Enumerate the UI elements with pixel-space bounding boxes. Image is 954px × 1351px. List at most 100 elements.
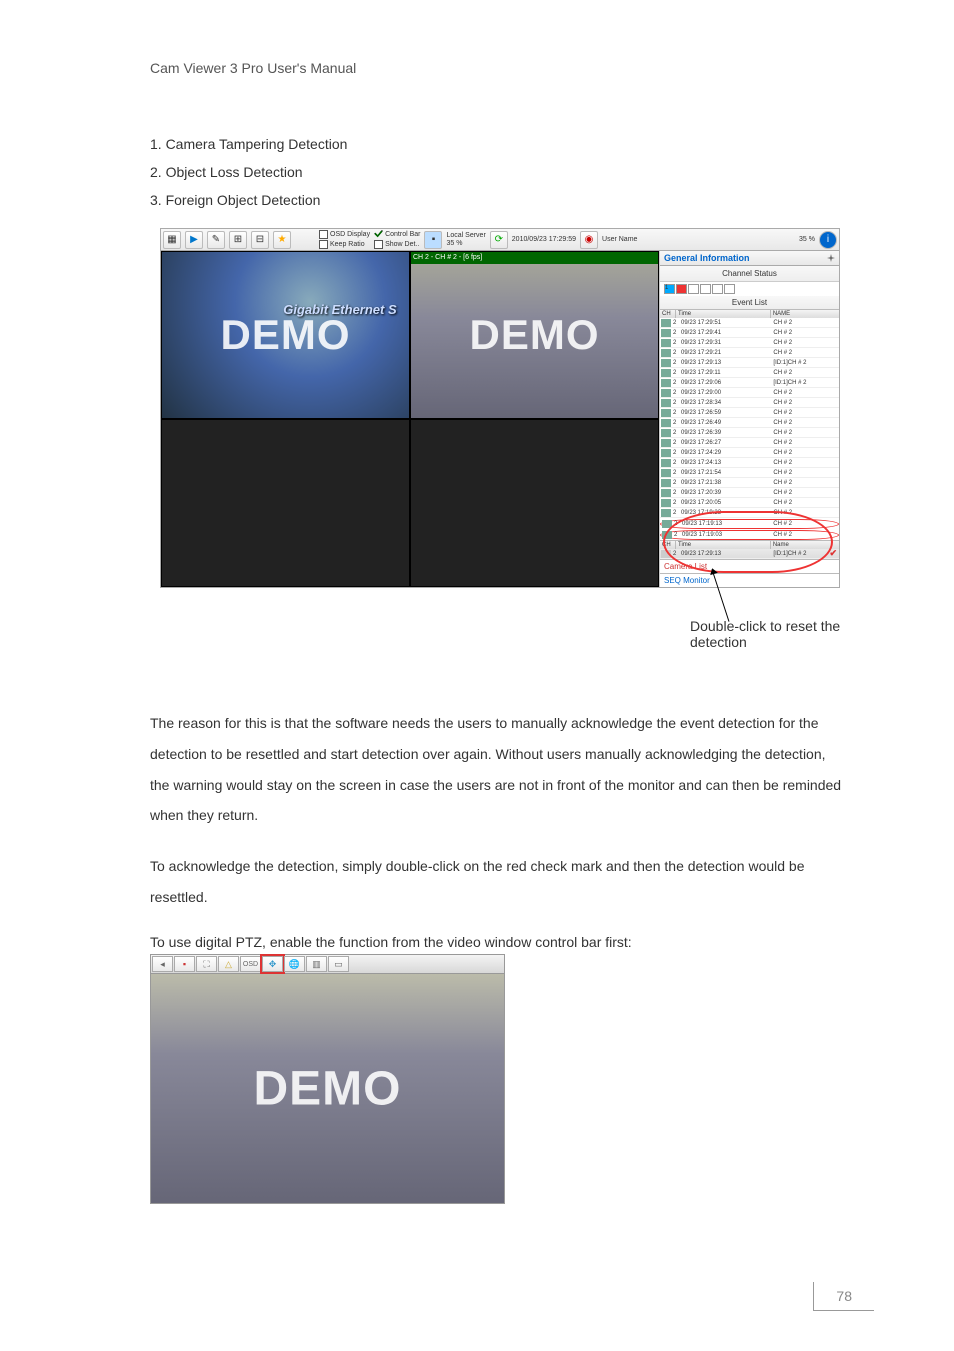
event-row[interactable]: 209/23 17:29:06[ID:1]CH # 2: [660, 378, 839, 388]
channel-box[interactable]: [676, 284, 687, 294]
event-row[interactable]: 209/23 17:29:11CH # 2: [660, 368, 839, 378]
camera-list-tab[interactable]: Camera List: [660, 559, 839, 573]
ptz-layout-button[interactable]: ▥: [306, 956, 327, 972]
ptz-digital-ptz-button[interactable]: ✥: [262, 956, 283, 972]
info-button[interactable]: i: [819, 231, 837, 249]
event-icon: [661, 409, 671, 417]
channel-box[interactable]: [700, 284, 711, 294]
event-icon: [661, 399, 671, 407]
video-tile-2[interactable]: CH 2 - CH # 2 - [6 fps] DEMO: [410, 251, 659, 419]
event-row[interactable]: 209/23 17:21:54CH # 2: [660, 468, 839, 478]
event-list-title: Event List: [660, 296, 839, 310]
demo-watermark: DEMO: [470, 311, 600, 359]
ptz-osd-button[interactable]: OSD: [240, 956, 261, 972]
event-icon: [661, 550, 671, 558]
user-icon[interactable]: ◉: [580, 231, 598, 249]
event-row[interactable]: 209/23 17:29:13[ID:1]CH # 2: [660, 358, 839, 368]
event-row[interactable]: 209/23 17:19:23CH # 2: [660, 508, 839, 518]
video-tile-4[interactable]: [410, 419, 659, 587]
layout-grid-button[interactable]: ⊟: [251, 231, 269, 249]
red-check-icon[interactable]: ✔: [829, 548, 837, 559]
ptz-snapshot-button[interactable]: ⛶: [196, 956, 217, 972]
event-row[interactable]: 209/23 17:20:05CH # 2: [660, 498, 839, 508]
event-row[interactable]: 209/23 17:29:00CH # 2: [660, 388, 839, 398]
server-icon[interactable]: ▪: [424, 231, 442, 249]
channel-box[interactable]: [688, 284, 699, 294]
event-row[interactable]: 209/23 17:24:29CH # 2: [660, 448, 839, 458]
event-row[interactable]: 209/23 17:26:59CH # 2: [660, 408, 839, 418]
video-grid: Gigabit Ethernet S DEMO CH 2 - CH # 2 - …: [161, 251, 659, 587]
ptz-monitor-button[interactable]: ▭: [328, 956, 349, 972]
event-icon: [662, 520, 672, 528]
event-row[interactable]: 209/23 17:20:39CH # 2: [660, 488, 839, 498]
pin-icon[interactable]: [827, 254, 835, 262]
active-event-row[interactable]: 2 09/23 17:29:13 [ID:1]CH # 2 ✔: [660, 549, 839, 559]
event-row[interactable]: 209/23 17:29:31CH # 2: [660, 338, 839, 348]
video-tile-3[interactable]: [161, 419, 410, 587]
event-row[interactable]: 209/23 17:19:03CH # 2: [660, 530, 839, 540]
active-event-header: CH Time Name 2 09/23 17:29:13 [ID:1]CH #…: [660, 540, 839, 559]
event-icon: [661, 439, 671, 447]
event-row[interactable]: 209/23 17:26:49CH # 2: [660, 418, 839, 428]
show-det-check[interactable]: Show Det..: [374, 240, 420, 249]
detection-list: 1. Camera Tampering Detection 2. Object …: [150, 136, 844, 208]
event-row[interactable]: 209/23 17:29:51CH # 2: [660, 318, 839, 328]
event-icon: [661, 429, 671, 437]
event-icon: [661, 389, 671, 397]
event-row[interactable]: 209/23 17:29:41CH # 2: [660, 328, 839, 338]
percent-a-label: 35 %: [446, 240, 485, 247]
list-item: 3. Foreign Object Detection: [150, 192, 844, 208]
event-icon: [661, 489, 671, 497]
event-row[interactable]: 209/23 17:21:38CH # 2: [660, 478, 839, 488]
video-tile-1[interactable]: Gigabit Ethernet S DEMO: [161, 251, 410, 419]
seq-monitor-tab[interactable]: SEQ Monitor: [660, 573, 839, 587]
event-icon: [661, 449, 671, 457]
event-icon: [662, 531, 672, 539]
event-icon: [661, 349, 671, 357]
event-icon: [661, 419, 671, 427]
channel-boxes: 1: [660, 282, 839, 296]
event-row[interactable]: 209/23 17:19:13CH # 2: [660, 519, 839, 529]
layout-1-button[interactable]: ▦: [163, 231, 181, 249]
event-icon: [661, 359, 671, 367]
paragraph-1: The reason for this is that the software…: [150, 708, 844, 831]
event-row[interactable]: 209/23 17:29:21CH # 2: [660, 348, 839, 358]
refresh-button[interactable]: ⟳: [490, 231, 508, 249]
channel-box[interactable]: [724, 284, 735, 294]
event-rows: 209/23 17:29:51CH # 2209/23 17:29:41CH #…: [660, 318, 839, 540]
ptz-video-view[interactable]: DEMO: [150, 974, 505, 1204]
control-bar-check[interactable]: Control Bar: [374, 230, 420, 239]
event-icon: [661, 469, 671, 477]
event-row[interactable]: 209/23 17:26:39CH # 2: [660, 428, 839, 438]
channel-box[interactable]: 1: [664, 284, 675, 294]
ptz-emap-button[interactable]: 🌐: [284, 956, 305, 972]
layout-add-button[interactable]: ⊞: [229, 231, 247, 249]
osd-display-check[interactable]: OSD Display: [319, 230, 370, 239]
user-name-label: User Name: [602, 236, 637, 243]
paragraph-3: To use digital PTZ, enable the function …: [150, 933, 844, 953]
favorite-button[interactable]: ★: [273, 231, 291, 249]
tool-button[interactable]: ✎: [207, 231, 225, 249]
local-server-label: Local Server: [446, 232, 485, 239]
app-toolbar: ▦ ▶ ✎ ⊞ ⊟ ★ OSD Display Keep Ratio Contr…: [161, 229, 839, 251]
ptz-toolbar: ◂ ▪ ⛶ △ OSD ✥ 🌐 ▥ ▭: [150, 954, 505, 974]
event-row[interactable]: 209/23 17:26:27CH # 2: [660, 438, 839, 448]
ptz-warning-button[interactable]: △: [218, 956, 239, 972]
event-icon: [661, 509, 671, 517]
keep-ratio-check[interactable]: Keep Ratio: [319, 240, 370, 249]
event-icon: [661, 379, 671, 387]
event-icon: [661, 479, 671, 487]
panel-title[interactable]: General Information: [660, 251, 839, 266]
play-button[interactable]: ▶: [185, 231, 203, 249]
ptz-prev-button[interactable]: ◂: [152, 956, 173, 972]
event-icon: [661, 459, 671, 467]
event-icon: [661, 329, 671, 337]
event-row[interactable]: 209/23 17:28:34CH # 2: [660, 398, 839, 408]
ptz-record-button[interactable]: ▪: [174, 956, 195, 972]
event-header: CH Time NAME: [660, 310, 839, 318]
event-row[interactable]: 209/23 17:24:13CH # 2: [660, 458, 839, 468]
list-item: 2. Object Loss Detection: [150, 164, 844, 180]
channel-box[interactable]: [712, 284, 723, 294]
demo-watermark: DEMO: [254, 1061, 402, 1116]
event-icon: [661, 499, 671, 507]
